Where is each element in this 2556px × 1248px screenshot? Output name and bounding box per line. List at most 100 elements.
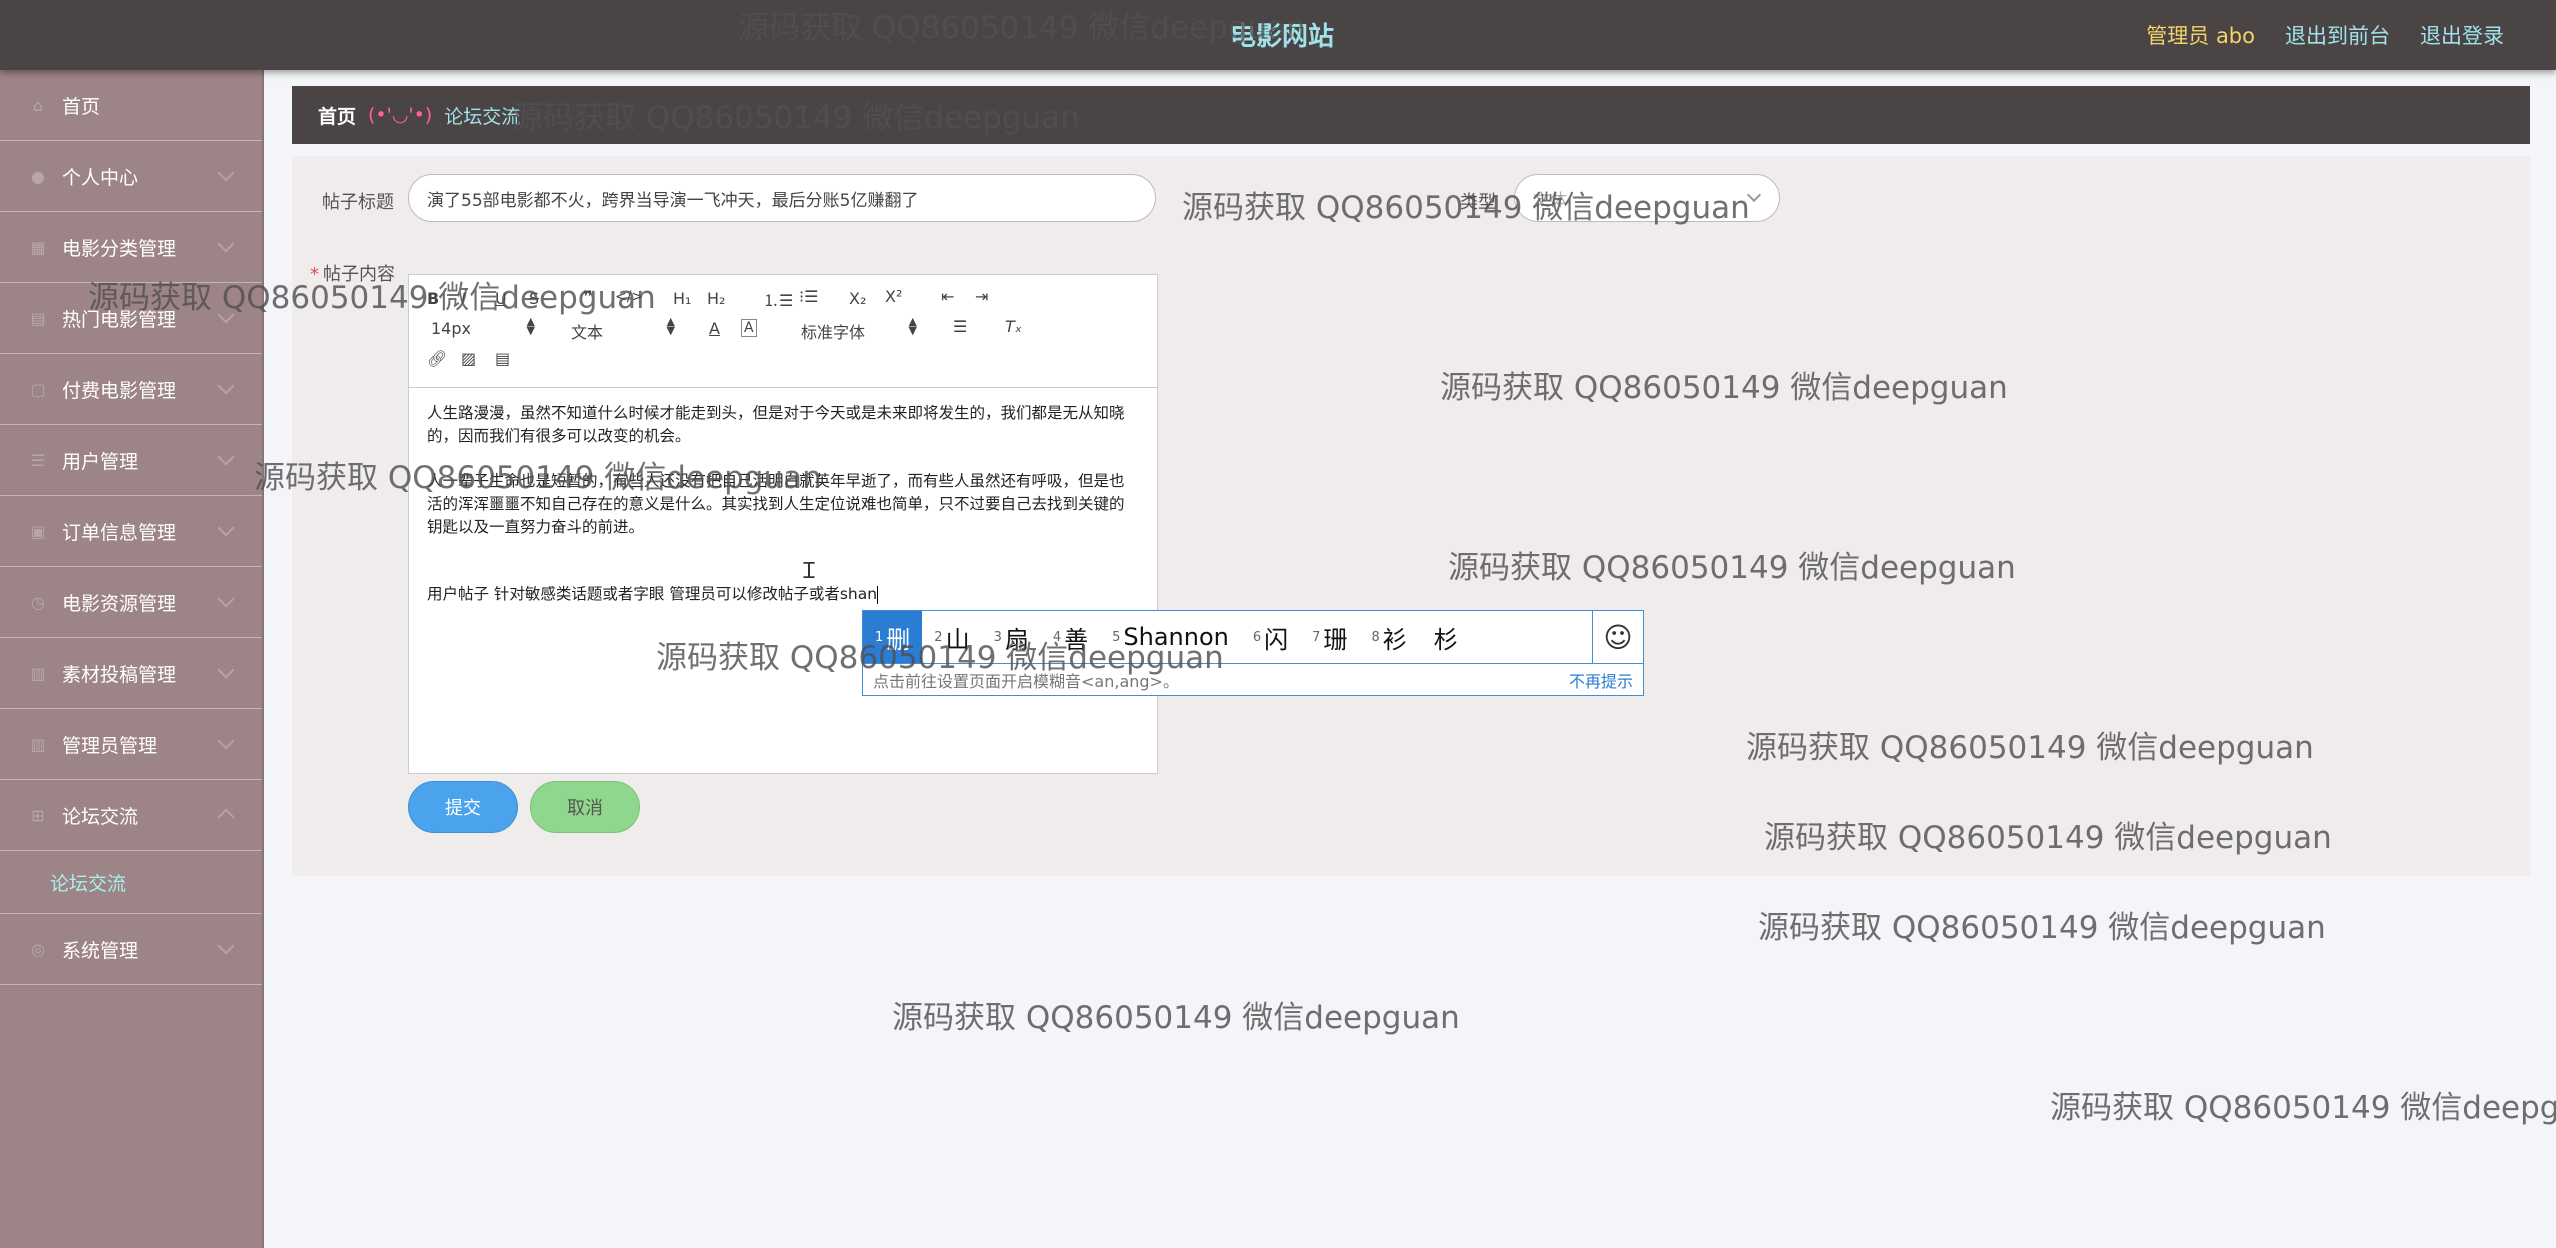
code-icon[interactable]: </> [615,289,643,305]
ime-candidate[interactable]: 4善 [1041,611,1100,663]
clear-format-icon[interactable]: Tₓ [1005,317,1022,336]
ime-candidate[interactable]: 2山 [922,611,981,663]
cancel-button[interactable]: 取消 [530,781,640,833]
ime-candidate[interactable]: 6闪 [1241,611,1300,663]
ime-candidate[interactable]: 7珊 [1300,611,1359,663]
ime-hint-bar: 点击前往设置页面开启模糊音<an,ang>。 不再提示 [863,664,1643,696]
text-cursor-icon: Ｉ [798,559,821,584]
ime-candidate[interactable]: 8衫 [1359,611,1418,663]
sidebar-item-label: 首页 [62,95,101,118]
sidebar-item-label: 用户管理 [62,450,139,473]
italic-icon[interactable]: I [461,289,466,308]
type-select[interactable]: 文体 [1514,174,1780,222]
font-family-select[interactable]: 标准字体 ▲ ▼ [801,316,917,343]
home-icon: ⌂ [32,95,44,115]
bullet-list-icon[interactable]: ⁝☰ [799,287,818,306]
bold-icon[interactable]: B [427,289,439,308]
align-icon[interactable]: ☰ [953,317,967,336]
font-family-value: 标准字体 [801,323,866,342]
box-icon: ▥ [30,663,46,683]
submit-button[interactable]: 提交 [408,781,518,833]
required-mark: * [310,264,319,285]
font-size-value: 14px [431,319,471,338]
sidebar-item-label: 个人中心 [62,166,139,189]
blockquote-icon[interactable]: ❞ [583,287,592,306]
outdent-icon[interactable]: ⇤ [941,287,954,306]
sidebar-subitem-forum[interactable]: 论坛交流 [0,851,262,914]
breadcrumb-home[interactable]: 首页 [318,102,356,129]
chevron-down-icon [217,448,235,466]
sidebar-item-movie-category[interactable]: ▦ 电影分类管理 [0,212,262,283]
title-input[interactable]: 演了55部电影都不火，跨界当导演一飞冲天，最后分账5亿赚翻了 [408,174,1156,222]
ime-candidate-list: 1删 2山 3扇 4善 5 Shannon 6闪 7珊 8衫 杉 ☺ [863,611,1643,664]
logout-link[interactable]: 退出登录 [2420,20,2504,50]
editor-paragraph-2: 人一辈子生命也是短暂的，有些人还没有把自己活明白就英年早逝了，而有些人虽然还有呼… [427,472,1125,536]
watermark-text: 源码获取 QQ86050149 微信deepguan [892,1000,1460,1036]
sidebar-item-home[interactable]: ⌂ 首页 [0,70,262,141]
sidebar-item-movie-resources[interactable]: ◷ 电影资源管理 [0,567,262,638]
sidebar-item-system[interactable]: ◎ 系统管理 [0,914,262,985]
ime-candidate[interactable]: 1删 [863,611,923,663]
heading1-icon[interactable]: H₁ [673,289,691,308]
indent-icon[interactable]: ⇥ [975,287,988,306]
site-title: 电影网站 [1230,22,1335,52]
sidebar-item-admins[interactable]: ▥ 管理员管理 [0,709,262,780]
sidebar-item-label: 系统管理 [62,939,139,962]
ime-candidate[interactable]: 杉 [1419,611,1470,663]
top-bar: 电影网站 管理员 abo 退出到前台 退出登录 [0,0,2556,70]
sidebar-item-label: 订单信息管理 [62,521,177,544]
candidate-number: 7 [1312,629,1321,645]
font-color-icon[interactable]: A [709,319,720,338]
form-panel: 帖子标题 演了55部电影都不火，跨界当导演一飞冲天，最后分账5亿赚翻了 类型 文… [292,156,2530,876]
candidate-number: 2 [934,629,943,645]
ime-dismiss-link[interactable]: 不再提示 [1569,668,1633,692]
sidebar-item-submissions[interactable]: ▥ 素材投稿管理 [0,638,262,709]
user-icon: ● [31,166,45,186]
chevron-down-icon [217,937,235,955]
sidebar-item-label: 电影分类管理 [62,237,177,260]
breadcrumb: 首页 (•'◡'•) 论坛交流 [292,86,2530,144]
sidebar-item-hot-movies[interactable]: ▤ 热门电影管理 [0,283,262,354]
sidebar-item-label: 电影资源管理 [62,592,177,615]
sidebar-item-paid-movies[interactable]: ▢ 付费电影管理 [0,354,262,425]
underline-icon[interactable]: U [495,289,507,308]
emoji-icon[interactable]: ☺ [1592,611,1643,663]
text-style-select[interactable]: 文本 ▲ ▼ [571,316,675,343]
sidebar: ⌂ 首页 ● 个人中心 ▦ 电影分类管理 ▤ 热门电影管理 ▢ 付费电影管理 ☰… [0,70,264,1248]
ime-candidate[interactable]: 3扇 [982,611,1041,663]
exit-to-frontend-link[interactable]: 退出到前台 [2285,20,2390,50]
chevron-down-icon [217,661,235,679]
image-icon[interactable]: ▨ [461,349,476,368]
link-icon[interactable]: 🔗︎ [427,349,447,368]
background-color-icon[interactable]: A [741,319,757,337]
ime-hint-text[interactable]: 点击前往设置页面开启模糊音<an,ang>。 [873,668,1179,692]
heading2-icon[interactable]: H₂ [707,289,725,308]
ime-candidate[interactable]: 5 Shannon [1100,611,1241,663]
video-icon[interactable]: ▤ [495,349,510,368]
sidebar-item-personal-center[interactable]: ● 个人中心 [0,141,262,212]
sidebar-item-users[interactable]: ☰ 用户管理 [0,425,262,496]
chevron-down-icon [217,306,235,324]
editor-paragraph-1: 人生路漫漫，虽然不知道什么时候才能走到头，但是对于今天或是未来即将发生的，我们都… [427,404,1125,445]
ordered-list-icon[interactable]: ⒈☰ [763,287,793,311]
sidebar-item-label: 素材投稿管理 [62,663,177,686]
strikethrough-icon[interactable]: S [529,289,539,308]
rich-text-editor[interactable]: B I U S ❞ </> H₁ H₂ ⒈☰ ⁝☰ X₂ X² ⇤ ⇥ 14px… [408,274,1158,774]
sidebar-item-forum[interactable]: ⊞ 论坛交流 [0,780,262,851]
chevron-down-icon [217,235,235,253]
font-size-select[interactable]: 14px ▲ ▼ [431,316,535,338]
title-label: 帖子标题 [322,192,394,213]
candidate-number: 3 [993,629,1002,645]
sidebar-item-orders[interactable]: ▣ 订单信息管理 [0,496,262,567]
candidate-number: 5 [1112,629,1121,645]
editor-toolbar: B I U S ❞ </> H₁ H₂ ⒈☰ ⁝☰ X₂ X² ⇤ ⇥ 14px… [409,275,1157,388]
candidate-number: 8 [1371,629,1380,645]
type-select-value: 文体 [1533,190,1567,211]
chevron-down-icon [217,377,235,395]
subscript-icon[interactable]: X₂ [849,289,866,308]
editor-content[interactable]: 人生路漫漫，虽然不知道什么时候才能走到头，但是对于今天或是未来即将发生的，我们都… [409,388,1157,642]
editor-typing-line: 用户帖子 针对敏感类话题或者字眼 管理员可以修改帖子或者shan [427,583,1139,606]
chevron-down-icon [217,519,235,537]
superscript-icon[interactable]: X² [885,287,902,306]
select-arrows-icon: ▲ ▼ [666,315,675,337]
